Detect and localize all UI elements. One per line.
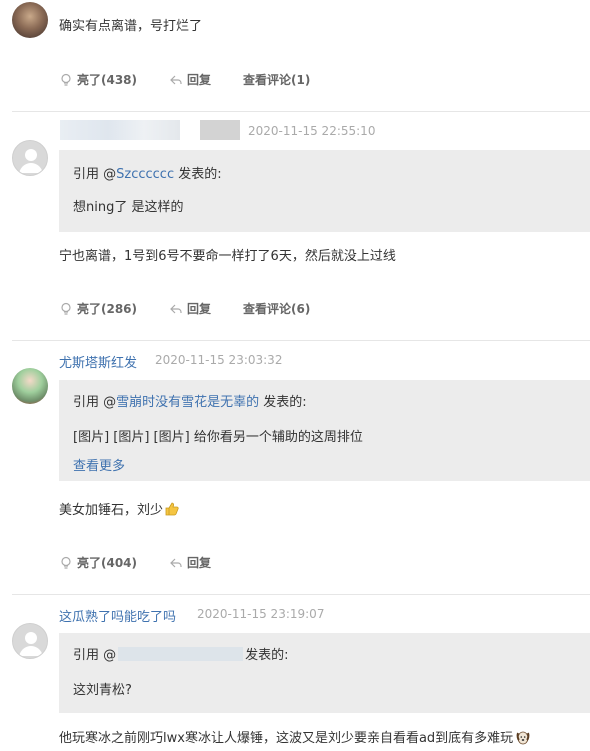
like-label: 亮了(438) bbox=[77, 73, 138, 87]
like-label: 亮了(404) bbox=[77, 556, 138, 570]
view-comments-button[interactable]: 查看评论(1) bbox=[243, 71, 310, 88]
comment-actions: 亮了(438) 回复 查看评论(1) bbox=[59, 71, 342, 88]
quote-block: 引用 @雪崩时没有雪花是无辜的 发表的: [图片] [图片] [图片] 给你看另… bbox=[59, 380, 590, 481]
thumbs-up-emoji-icon bbox=[165, 502, 179, 515]
avatar[interactable] bbox=[12, 2, 48, 38]
quote-content: 这刘青松? bbox=[73, 683, 132, 698]
default-user-icon bbox=[19, 632, 43, 656]
reply-label: 回复 bbox=[187, 73, 212, 87]
comment-username[interactable]: 这瓜熟了吗能吃了吗 bbox=[59, 606, 176, 625]
quote-block: 引用 @ 发表的: 这刘青松? bbox=[59, 633, 590, 713]
reply-label: 回复 bbox=[187, 302, 212, 316]
quoted-user-link[interactable]: 雪崩时没有雪花是无辜的 bbox=[116, 395, 259, 410]
comment-time: 2020-11-15 23:19:07 bbox=[197, 607, 325, 621]
lightbulb-icon bbox=[61, 556, 71, 569]
like-button[interactable]: 亮了(286) bbox=[59, 300, 137, 317]
comment-actions: 亮了(404) 回复 bbox=[59, 554, 243, 571]
blurred-username bbox=[60, 120, 180, 140]
view-comments-label: 查看评论(6) bbox=[243, 302, 311, 316]
quote-header: 引用 @Szcccccc 发表的: bbox=[73, 167, 222, 182]
like-button[interactable]: 亮了(438) bbox=[59, 71, 137, 88]
comment-text: 他玩寒冰之前刚巧lwx寒冰让人爆锤，这波又是刘少要亲自看看ad到底有多难玩 bbox=[59, 727, 531, 746]
comment-text: 美女加锤石，刘少 bbox=[59, 499, 180, 518]
comment-time: 2020-11-15 23:03:32 bbox=[155, 353, 283, 367]
reply-icon bbox=[170, 558, 182, 567]
comment-text: 宁也离谱，1号到6号不要命一样打了6天，然后就没上过线 bbox=[59, 249, 396, 264]
comment-text: 确实有点离谱，号打烂了 bbox=[59, 19, 203, 34]
reply-button[interactable]: 回复 bbox=[169, 71, 211, 88]
comment-actions: 亮了(286) 回复 查看评论(6) bbox=[59, 300, 342, 317]
reply-label: 回复 bbox=[187, 556, 212, 570]
divider bbox=[12, 111, 590, 112]
divider bbox=[12, 340, 590, 341]
quote-content: 想ning了 是这样的 bbox=[73, 200, 184, 215]
show-more-link[interactable]: 查看更多 bbox=[73, 455, 125, 474]
blurred-username bbox=[200, 120, 240, 140]
quote-block: 引用 @Szcccccc 发表的: 想ning了 是这样的 bbox=[59, 150, 590, 232]
dog-face-emoji-icon bbox=[516, 731, 530, 744]
default-user-icon bbox=[19, 149, 43, 173]
view-comments-button[interactable]: 查看评论(6) bbox=[243, 300, 310, 317]
quote-header: 引用 @ 发表的: bbox=[73, 646, 289, 663]
view-comments-label: 查看评论(1) bbox=[243, 73, 311, 87]
avatar[interactable] bbox=[12, 140, 48, 176]
like-button[interactable]: 亮了(404) bbox=[59, 554, 137, 571]
divider bbox=[12, 594, 590, 595]
reply-button[interactable]: 回复 bbox=[169, 300, 211, 317]
quote-content: [图片] [图片] [图片] 给你看另一个辅助的这周排位 bbox=[73, 430, 363, 445]
reply-icon bbox=[170, 304, 182, 313]
quote-header: 引用 @雪崩时没有雪花是无辜的 发表的: bbox=[73, 395, 307, 410]
like-label: 亮了(286) bbox=[77, 302, 138, 316]
reply-icon bbox=[170, 75, 182, 84]
avatar[interactable] bbox=[12, 623, 48, 659]
quoted-user-link[interactable]: Szcccccc bbox=[116, 167, 174, 182]
avatar[interactable] bbox=[12, 368, 48, 404]
reply-button[interactable]: 回复 bbox=[169, 554, 211, 571]
comment-username[interactable]: 尤斯塔斯红发 bbox=[59, 352, 137, 371]
comment-time: 2020-11-15 22:55:10 bbox=[248, 124, 376, 138]
lightbulb-icon bbox=[61, 73, 71, 86]
blurred-username bbox=[118, 646, 244, 661]
lightbulb-icon bbox=[61, 302, 71, 315]
